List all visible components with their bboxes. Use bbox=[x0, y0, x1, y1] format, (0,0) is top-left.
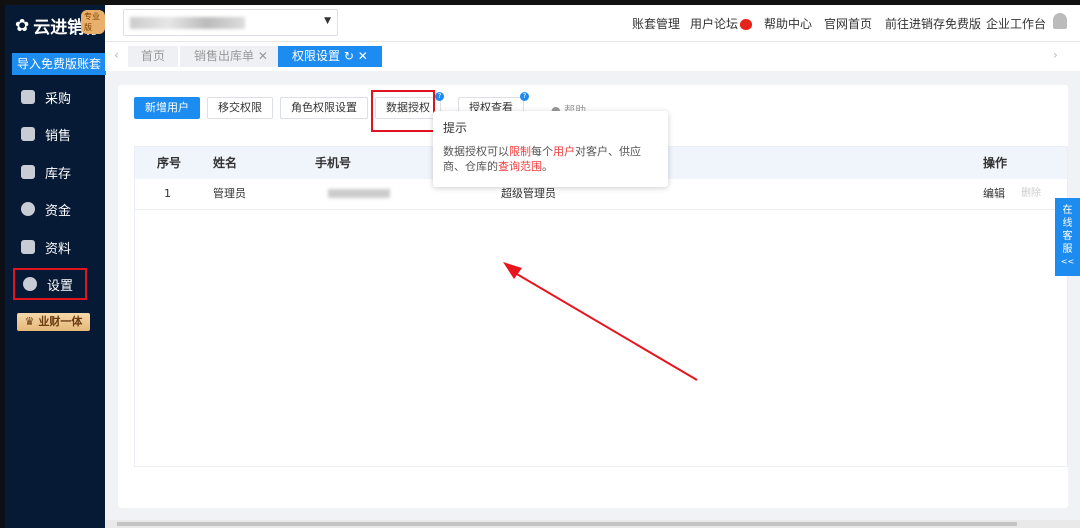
column-header: 序号 bbox=[157, 156, 182, 170]
transfer-permission-button[interactable]: 移交权限 bbox=[207, 97, 273, 119]
sidebar: ✿ 云进销存 专业版 导入免费版账套 采购 销售 库存 资金 资料 设置 ♛ 业财… bbox=[0, 5, 106, 528]
edition-badge: 专业版 bbox=[81, 10, 105, 34]
tab-home[interactable]: 首页 bbox=[128, 46, 178, 67]
column-header: 手机号 bbox=[315, 156, 352, 170]
close-icon[interactable]: ✕ bbox=[358, 49, 368, 63]
cell-index: 1 bbox=[164, 187, 171, 200]
sidebar-item-funds[interactable]: 资金 bbox=[13, 194, 87, 224]
tooltip-body: 数据授权可以限制每个用户对客户、供应商、仓库的查询范围。 bbox=[443, 145, 641, 173]
highlight-box bbox=[371, 90, 435, 132]
tab-bar: ‹ 首页 销售出库单 ✕ 权限设置 ↻ ✕ › bbox=[105, 42, 1080, 71]
document-icon bbox=[21, 240, 35, 254]
warehouse-icon bbox=[21, 165, 35, 179]
yen-icon bbox=[21, 202, 35, 216]
link-account-management[interactable]: 账套管理 bbox=[632, 15, 680, 32]
link-workbench[interactable]: 企业工作台 bbox=[986, 15, 1046, 32]
cell-phone-blurred bbox=[328, 189, 390, 198]
users-table: 序号 姓名 手机号 操作 1 管理员 超级管理员 编辑 删除 bbox=[134, 146, 1068, 467]
tab-prev-icon[interactable]: ‹ bbox=[114, 48, 119, 62]
tooltip: 提示 数据授权可以限制每个用户对客户、供应商、仓库的查询范围。 bbox=[433, 111, 668, 187]
sidebar-item-settings[interactable]: 设置 bbox=[13, 268, 87, 300]
edit-link[interactable]: 编辑 bbox=[983, 179, 1005, 209]
account-name-blurred bbox=[130, 17, 245, 29]
scrollbar-thumb[interactable] bbox=[117, 522, 1017, 526]
tab-sales-outbound[interactable]: 销售出库单 ✕ bbox=[180, 46, 282, 67]
cell-name: 管理员 bbox=[213, 187, 246, 200]
add-user-button[interactable]: 新增用户 bbox=[134, 97, 200, 119]
row-divider bbox=[135, 209, 1067, 210]
gear-icon bbox=[23, 277, 37, 291]
link-help-center[interactable]: 帮助中心 bbox=[764, 15, 812, 32]
role-settings-button[interactable]: 角色权限设置 bbox=[280, 97, 368, 119]
import-account-button[interactable]: 导入免费版账套 bbox=[12, 53, 106, 75]
header: ▼ 账套管理 用户论坛 帮助中心 官网首页 前往进销存免费版 企业工作台 bbox=[105, 5, 1080, 42]
sidebar-item-purchase[interactable]: 采购 bbox=[13, 82, 87, 112]
close-icon[interactable]: ✕ bbox=[258, 49, 268, 63]
link-forum[interactable]: 用户论坛 bbox=[690, 15, 753, 32]
online-service-button[interactable]: 在线客服 << bbox=[1055, 198, 1080, 276]
logo-icon: ✿ bbox=[15, 15, 30, 36]
shopping-bag-icon bbox=[21, 90, 35, 104]
vip-badge[interactable]: ♛ 业财一体 bbox=[17, 313, 90, 331]
horizontal-scrollbar[interactable] bbox=[105, 520, 1080, 528]
sales-icon bbox=[21, 127, 35, 141]
question-icon[interactable]: ? bbox=[435, 92, 444, 101]
delete-link[interactable]: 删除 bbox=[1021, 179, 1041, 209]
chevron-down-icon: ▼ bbox=[324, 16, 331, 26]
tab-next-icon[interactable]: › bbox=[1053, 48, 1058, 62]
link-homepage[interactable]: 官网首页 bbox=[824, 15, 872, 32]
sidebar-item-data[interactable]: 资料 bbox=[13, 232, 87, 262]
column-header: 姓名 bbox=[213, 156, 238, 170]
tooltip-title: 提示 bbox=[443, 121, 468, 135]
bell-icon[interactable] bbox=[1053, 13, 1067, 29]
question-icon[interactable]: ? bbox=[520, 92, 529, 101]
hot-icon bbox=[740, 19, 753, 30]
sidebar-item-sales[interactable]: 销售 bbox=[13, 119, 87, 149]
tab-permission-settings[interactable]: 权限设置 ↻ ✕ bbox=[278, 46, 382, 67]
link-free-version[interactable]: 前往进销存免费版 bbox=[885, 15, 981, 32]
account-select[interactable]: ▼ bbox=[123, 9, 338, 36]
sidebar-item-inventory[interactable]: 库存 bbox=[13, 157, 87, 187]
column-header: 操作 bbox=[983, 156, 1008, 170]
refresh-icon[interactable]: ↻ bbox=[344, 49, 354, 63]
